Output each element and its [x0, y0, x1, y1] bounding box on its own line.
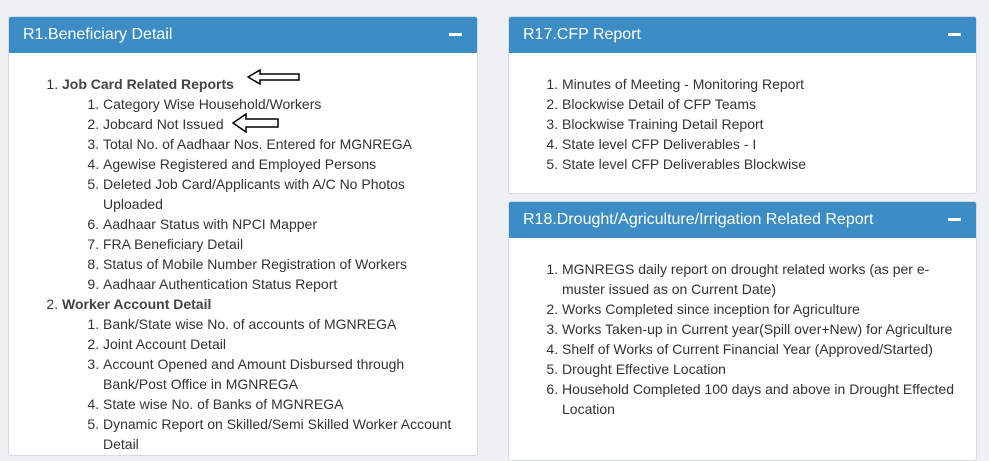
panel-r1-beneficiary-detail: R1.Beneficiary Detail Job Card Related R…	[8, 16, 478, 456]
panel-r18-body: MGNREGS daily report on drought related …	[509, 238, 976, 419]
report-link[interactable]: Shelf of Works of Current Financial Year…	[562, 339, 956, 359]
report-link[interactable]: Minutes of Meeting - Monitoring Report	[562, 74, 976, 94]
r1-group-1: Job Card Related Reports Category Wise H…	[62, 74, 477, 294]
left-arrow-icon	[247, 69, 300, 85]
report-link[interactable]: State level CFP Deliverables Blockwise	[562, 154, 976, 174]
r1-group-2-list: Bank/State wise No. of accounts of MGNRE…	[62, 314, 477, 454]
panel-r1-header: R1.Beneficiary Detail	[9, 17, 477, 53]
panel-r1-title: R1.Beneficiary Detail	[23, 26, 173, 43]
report-link[interactable]: Dynamic Report on Skilled/Semi Skilled W…	[103, 414, 463, 454]
report-link[interactable]: Jobcard Not Issued	[103, 114, 477, 134]
report-link[interactable]: FRA Beneficiary Detail	[103, 234, 477, 254]
report-link[interactable]: MGNREGS daily report on drought related …	[562, 259, 952, 299]
panel-r18-title: R18.Drought/Agriculture/Irrigation Relat…	[523, 211, 874, 228]
panel-r17-body: Minutes of Meeting - Monitoring Report B…	[509, 53, 976, 174]
report-link[interactable]: Blockwise Detail of CFP Teams	[562, 94, 976, 114]
minus-icon[interactable]	[449, 28, 463, 42]
report-link[interactable]: State wise No. of Banks of MGNREGA	[103, 394, 477, 414]
minus-icon[interactable]	[948, 28, 962, 42]
report-link[interactable]: Total No. of Aadhaar Nos. Entered for MG…	[103, 134, 477, 154]
left-arrow-icon	[232, 113, 279, 133]
group-label-job-card: Job Card Related Reports	[62, 76, 234, 92]
panel-r18-drought-report: R18.Drought/Agriculture/Irrigation Relat…	[508, 201, 977, 461]
group-label-worker-account: Worker Account Detail	[62, 296, 212, 312]
panel-r18-header: R18.Drought/Agriculture/Irrigation Relat…	[509, 202, 976, 238]
report-link[interactable]: Drought Effective Location	[562, 359, 956, 379]
report-link[interactable]: Bank/State wise No. of accounts of MGNRE…	[103, 314, 477, 334]
report-link[interactable]: Works Taken-up in Current year(Spill ove…	[562, 319, 956, 339]
r1-group-2: Worker Account Detail Bank/State wise No…	[62, 294, 477, 454]
r17-list: Minutes of Meeting - Monitoring Report B…	[509, 74, 976, 174]
report-link[interactable]: Category Wise Household/Workers	[103, 94, 477, 114]
r18-list: MGNREGS daily report on drought related …	[509, 259, 976, 419]
report-link[interactable]: Agewise Registered and Employed Persons	[103, 154, 477, 174]
panel-r17-title: R17.CFP Report	[523, 26, 641, 43]
report-link[interactable]: Deleted Job Card/Applicants with A/C No …	[103, 174, 413, 214]
panel-r17-cfp-report: R17.CFP Report Minutes of Meeting - Moni…	[508, 16, 977, 194]
panel-r17-header: R17.CFP Report	[509, 17, 976, 53]
report-link[interactable]: Aadhaar Authentication Status Report	[103, 274, 477, 294]
report-link[interactable]: Works Completed since inception for Agri…	[562, 299, 956, 319]
report-link[interactable]: Joint Account Detail	[103, 334, 477, 354]
report-link[interactable]: Account Opened and Amount Disbursed thro…	[103, 354, 413, 394]
report-link[interactable]: Blockwise Training Detail Report	[562, 114, 976, 134]
minus-icon[interactable]	[948, 213, 962, 227]
report-link[interactable]: State level CFP Deliverables - I	[562, 134, 976, 154]
report-link[interactable]: Aadhaar Status with NPCI Mapper	[103, 214, 477, 234]
report-link[interactable]: Status of Mobile Number Registration of …	[103, 254, 477, 274]
report-link[interactable]: Household Completed 100 days and above i…	[562, 379, 962, 419]
